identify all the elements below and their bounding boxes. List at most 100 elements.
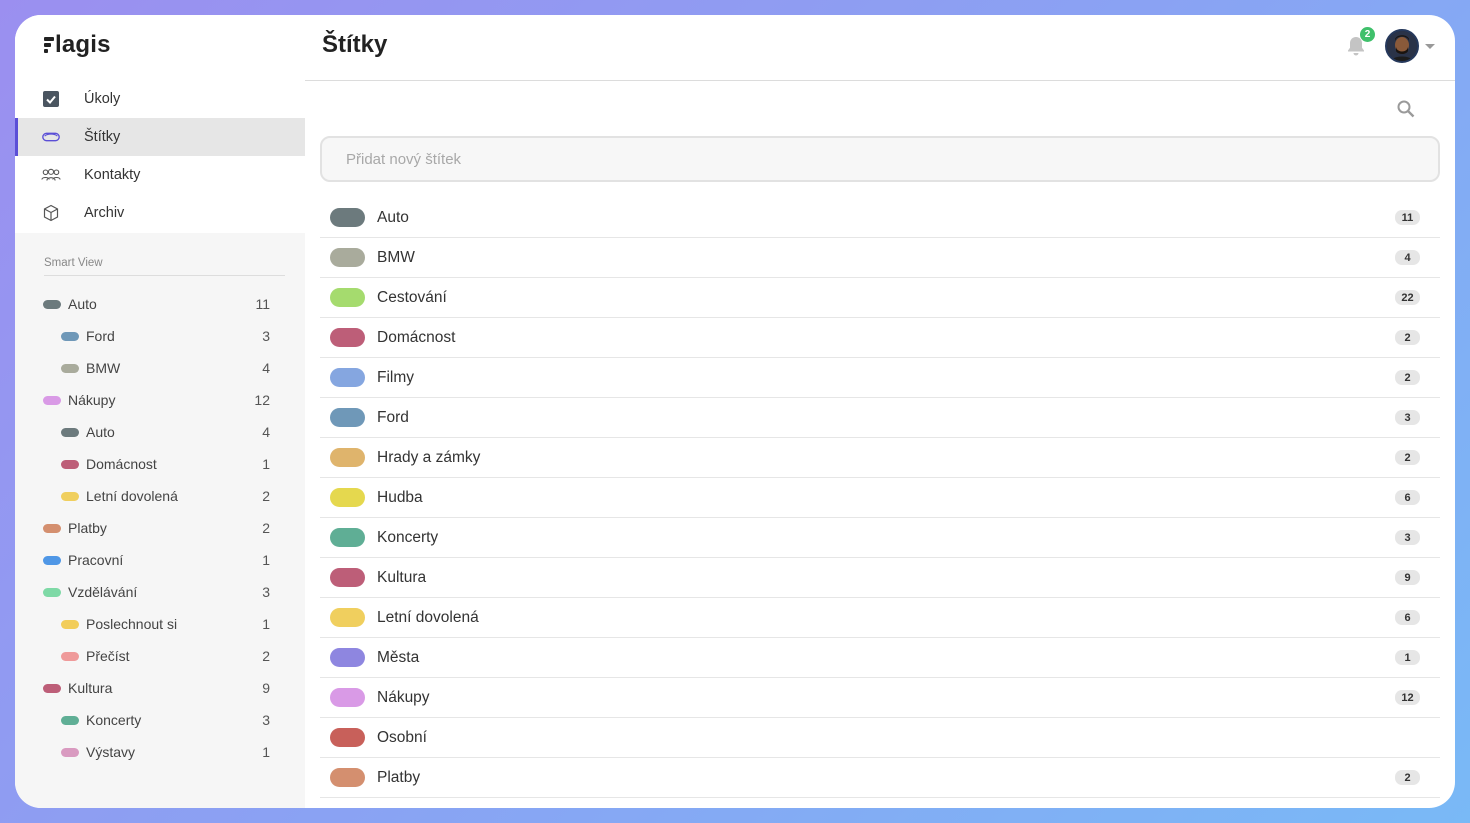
smart-view-title: Smart View xyxy=(44,257,103,269)
divider xyxy=(44,275,285,276)
tag-color-swatch xyxy=(61,491,79,501)
tag-row[interactable]: Kultura 9 xyxy=(320,558,1440,598)
smart-view-item[interactable]: Ford 3 xyxy=(15,320,305,352)
tag-row[interactable]: Filmy 2 xyxy=(320,358,1440,398)
tag-color-swatch xyxy=(43,523,61,533)
tag-row[interactable]: Letní dovolená 6 xyxy=(320,598,1440,638)
smart-view-item[interactable]: Nákupy 12 xyxy=(15,384,305,416)
tag-count-badge: 12 xyxy=(1395,690,1420,705)
tag-color-swatch[interactable] xyxy=(330,208,365,227)
smart-view-item[interactable]: Auto 11 xyxy=(15,288,305,320)
chevron-down-icon[interactable] xyxy=(1425,44,1435,49)
tag-row[interactable]: Města 1 xyxy=(320,638,1440,678)
smart-view-item[interactable]: Auto 4 xyxy=(15,416,305,448)
smart-view-item-label: Přečíst xyxy=(86,648,130,664)
tag-color-swatch xyxy=(61,651,79,661)
tag-count-badge: 3 xyxy=(1395,530,1420,545)
logo-text: lagis xyxy=(55,31,111,58)
tag-row[interactable]: Hrady a zámky 2 xyxy=(320,438,1440,478)
app-logo[interactable]: lagis xyxy=(44,31,111,59)
tag-color-swatch xyxy=(61,331,79,341)
tag-row[interactable]: Osobní xyxy=(320,718,1440,758)
tag-color-swatch[interactable] xyxy=(330,368,365,387)
smart-view-item-count: 2 xyxy=(262,648,270,664)
tag-name: Cestování xyxy=(377,288,447,306)
main-nav: Úkoly Štítky Kontakty Archiv xyxy=(15,80,305,232)
tag-color-swatch xyxy=(61,427,79,437)
tag-color-swatch xyxy=(43,683,61,693)
smart-view-item[interactable]: Domácnost 1 xyxy=(15,448,305,480)
smart-view-item-count: 12 xyxy=(254,392,270,408)
smart-view-item[interactable]: Pracovní 1 xyxy=(15,544,305,576)
smart-view-item[interactable]: Poslechnout si 1 xyxy=(15,608,305,640)
tag-row[interactable]: Platby 2 xyxy=(320,758,1440,798)
tag-color-swatch[interactable] xyxy=(330,688,365,707)
nav-item-label: Štítky xyxy=(84,129,121,145)
tag-row[interactable]: Nákupy 12 xyxy=(320,678,1440,718)
tag-row[interactable]: Domácnost 2 xyxy=(320,318,1440,358)
smart-view-item[interactable]: Kultura 9 xyxy=(15,672,305,704)
tag-color-swatch[interactable] xyxy=(330,608,365,627)
smart-view-item-label: Nákupy xyxy=(68,392,116,408)
sidebar-top: lagis Úkoly Štítky Kontakty Archiv xyxy=(15,15,305,233)
smart-view-item-count: 3 xyxy=(262,328,270,344)
tag-name: Kultura xyxy=(377,568,427,586)
smart-view-item[interactable]: Letní dovolená 2 xyxy=(15,480,305,512)
smart-view-item[interactable]: BMW 4 xyxy=(15,352,305,384)
main-content: Štítky 2 Auto11BMW4Cestování22Domácnost2… xyxy=(305,15,1455,808)
tag-name: Letní dovolená xyxy=(377,608,479,626)
smart-view-item-count: 1 xyxy=(262,552,270,568)
tag-color-swatch[interactable] xyxy=(330,728,365,747)
tag-name: Auto xyxy=(377,208,409,226)
smart-view-item[interactable]: Koncerty 3 xyxy=(15,704,305,736)
smart-view-item[interactable]: Přečíst 2 xyxy=(15,640,305,672)
smart-view-item-label: Pracovní xyxy=(68,552,124,568)
smart-view-item-label: Vzdělávání xyxy=(68,584,138,600)
smart-view-item[interactable]: Výstavy 1 xyxy=(15,736,305,768)
tag-color-swatch[interactable] xyxy=(330,528,365,547)
contacts-icon xyxy=(41,165,61,185)
tag-icon xyxy=(41,127,61,147)
smart-view-item[interactable]: Platby 2 xyxy=(15,512,305,544)
tag-count-badge: 2 xyxy=(1395,370,1420,385)
tag-color-swatch[interactable] xyxy=(330,448,365,467)
smart-view-item-label: BMW xyxy=(86,360,121,376)
smart-view-item-count: 1 xyxy=(262,744,270,760)
smart-view-item-count: 4 xyxy=(262,360,270,376)
tag-row[interactable]: Koncerty 3 xyxy=(320,518,1440,558)
tag-color-swatch xyxy=(61,363,79,373)
tag-row[interactable]: Cestování 22 xyxy=(320,278,1440,318)
tag-row[interactable]: Hudba 6 xyxy=(320,478,1440,518)
tag-color-swatch[interactable] xyxy=(330,648,365,667)
add-tag-input[interactable] xyxy=(320,136,1440,182)
tag-color-swatch[interactable] xyxy=(330,288,365,307)
tag-row[interactable]: Auto 11 xyxy=(320,198,1440,238)
tag-row[interactable]: BMW 4 xyxy=(320,238,1440,278)
tag-count-badge: 22 xyxy=(1395,290,1420,305)
nav-item-ukoly[interactable]: Úkoly xyxy=(15,80,305,118)
avatar[interactable] xyxy=(1385,29,1419,63)
tag-color-swatch[interactable] xyxy=(330,248,365,267)
nav-item-label: Archiv xyxy=(84,205,125,221)
tag-row[interactable]: Ford 3 xyxy=(320,398,1440,438)
nav-item-stitky[interactable]: Štítky xyxy=(15,118,305,156)
search-icon[interactable] xyxy=(1396,99,1418,121)
smart-view-item-count: 2 xyxy=(262,488,270,504)
tag-color-swatch xyxy=(61,459,79,469)
nav-item-label: Úkoly xyxy=(84,91,121,107)
tag-color-swatch[interactable] xyxy=(330,568,365,587)
tag-color-swatch[interactable] xyxy=(330,408,365,427)
tag-count-badge: 2 xyxy=(1395,770,1420,785)
smart-view-item[interactable]: Vzdělávání 3 xyxy=(15,576,305,608)
tag-color-swatch[interactable] xyxy=(330,768,365,787)
nav-item-kontakty[interactable]: Kontakty xyxy=(15,156,305,194)
smart-view-item-label: Výstavy xyxy=(86,744,136,760)
tag-name: BMW xyxy=(377,248,415,266)
smart-view-item-count: 11 xyxy=(255,296,270,312)
checkbox-icon xyxy=(41,89,61,109)
smart-view-item-label: Koncerty xyxy=(86,712,142,728)
nav-item-archiv[interactable]: Archiv xyxy=(15,194,305,232)
tag-color-swatch[interactable] xyxy=(330,488,365,507)
tag-color-swatch[interactable] xyxy=(330,328,365,347)
smart-view-list: Auto 11 Ford 3 BMW 4 Nákupy 12 Auto 4 Domácnost 1 Le… xyxy=(15,288,305,768)
